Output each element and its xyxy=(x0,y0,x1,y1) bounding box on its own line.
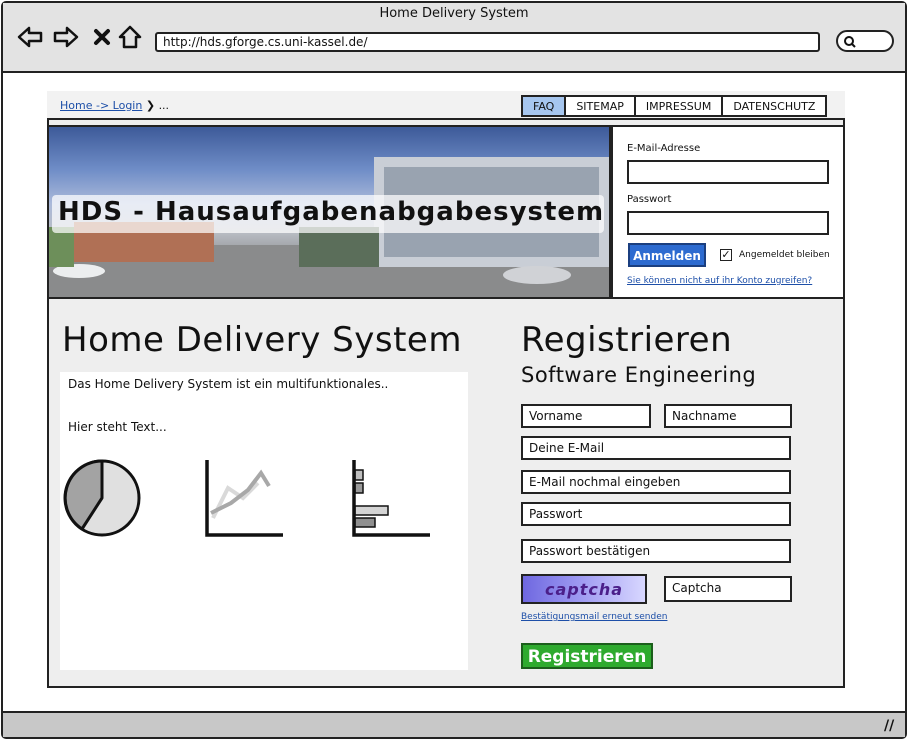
captcha-image-text: captcha xyxy=(544,579,624,599)
account-help-link[interactable]: Sie können nicht auf ihr Konto zugreifen… xyxy=(627,276,812,286)
lastname-field[interactable]: Nachname xyxy=(664,404,792,428)
captcha-input[interactable]: Captcha xyxy=(664,576,792,602)
captcha-image: captcha xyxy=(521,574,647,604)
breadcrumb: Home -> Login ❯ ... xyxy=(60,99,169,112)
close-icon[interactable] xyxy=(88,24,116,50)
pie-chart-icon xyxy=(63,459,141,537)
register-button[interactable]: Registrieren xyxy=(521,643,653,669)
tab-datenschutz[interactable]: DATENSCHUTZ xyxy=(723,97,825,115)
password-confirm-field[interactable]: Passwort bestätigen xyxy=(521,539,791,563)
forward-arrow-icon[interactable] xyxy=(52,24,80,50)
remember-me-checkbox[interactable]: ✓ xyxy=(720,249,732,261)
register-subheading: Software Engineering xyxy=(521,363,757,387)
search-icon xyxy=(844,36,856,48)
password-field[interactable]: Passwort xyxy=(521,502,791,526)
email-label: E-Mail-Adresse xyxy=(627,143,701,154)
window-title: Home Delivery System xyxy=(379,6,529,21)
firstname-field[interactable]: Vorname xyxy=(521,404,651,428)
browser-search-field[interactable] xyxy=(836,30,894,52)
email-field[interactable]: Deine E-Mail xyxy=(521,436,791,460)
breadcrumb-home-login-link[interactable]: Home -> Login xyxy=(60,99,142,112)
login-button[interactable]: Anmelden xyxy=(628,243,706,267)
url-input[interactable]: http://hds.gforge.cs.uni-kassel.de/ xyxy=(155,32,820,52)
home-icon[interactable] xyxy=(116,24,144,50)
resize-grip-icon[interactable]: // xyxy=(884,718,894,734)
body-text: Hier steht Text... xyxy=(68,420,167,434)
remember-me-label: Angemeldet bleiben xyxy=(739,250,830,260)
back-arrow-icon[interactable] xyxy=(16,24,44,50)
login-email-input[interactable] xyxy=(627,160,829,184)
login-password-input[interactable] xyxy=(627,211,829,235)
line-chart-icon xyxy=(205,460,283,537)
breadcrumb-current: ... xyxy=(158,99,170,112)
register-heading: Registrieren xyxy=(521,320,733,360)
resend-confirmation-link[interactable]: Bestätigungsmail erneut senden xyxy=(521,612,667,622)
hero-title: HDS - Hausaufgabenabgabesystem xyxy=(52,195,604,233)
bar-chart-icon xyxy=(352,460,430,537)
page-title: Home Delivery System xyxy=(62,320,462,360)
tab-faq[interactable]: FAQ xyxy=(523,97,567,115)
browser-status-bar xyxy=(3,711,905,737)
password-label: Passwort xyxy=(627,194,672,205)
nav-tabs: FAQ SITEMAP IMPRESSUM DATENSCHUTZ xyxy=(521,95,828,117)
intro-text: Das Home Delivery System ist ein multifu… xyxy=(68,377,389,391)
tab-sitemap[interactable]: SITEMAP xyxy=(566,97,636,115)
tab-impressum[interactable]: IMPRESSUM xyxy=(636,97,724,115)
breadcrumb-separator-icon: ❯ xyxy=(145,99,156,112)
email-repeat-field[interactable]: E-Mail nochmal eingeben xyxy=(521,470,791,494)
